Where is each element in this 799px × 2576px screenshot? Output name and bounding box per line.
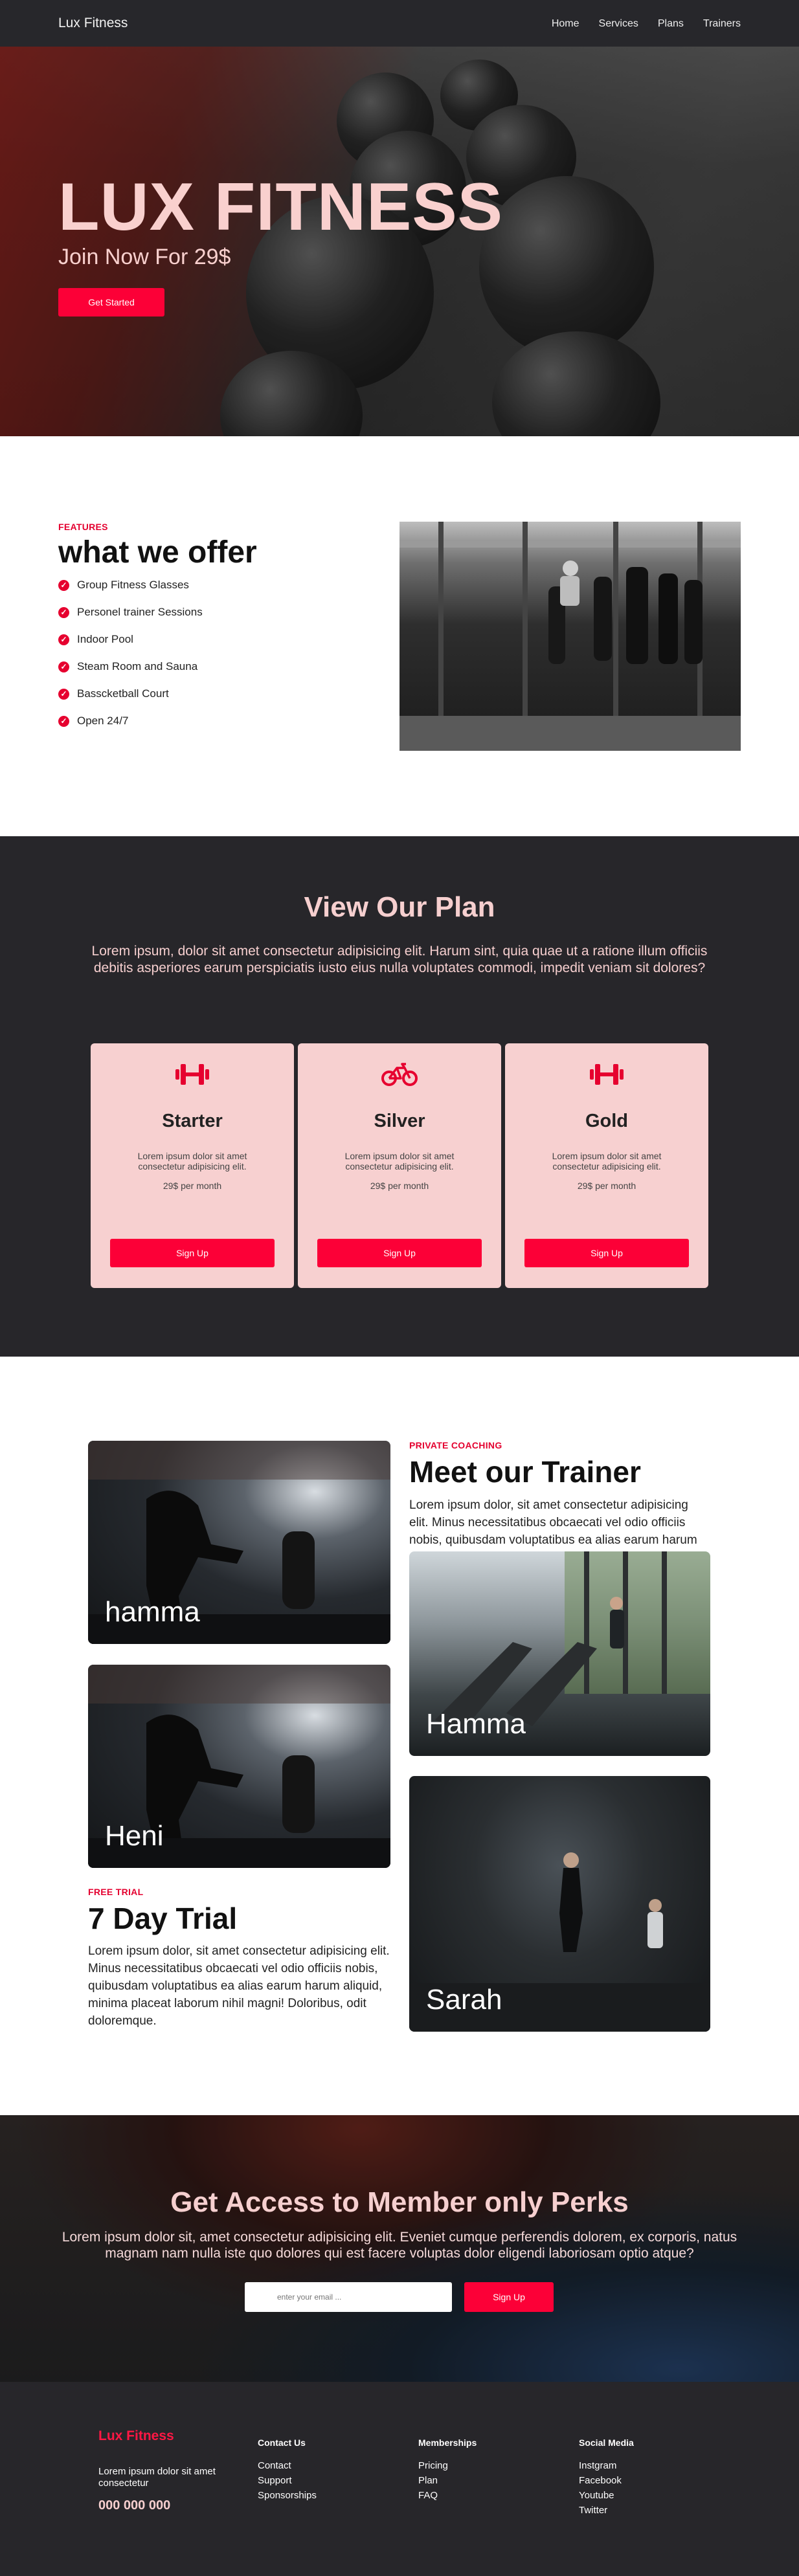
trainer-card[interactable]: Heni — [88, 1665, 390, 1868]
list-item: ✓ Indoor Pool — [58, 626, 203, 653]
list-item: ✓ Open 24/7 — [58, 707, 203, 735]
plan-price: 29$ per month — [370, 1181, 429, 1191]
plans-section: View Our Plan Lorem ipsum, dolor sit ame… — [0, 836, 799, 1357]
perks-section: Get Access to Member only Perks Lorem ip… — [0, 2115, 799, 2382]
footer-column-title: Social Media — [579, 2437, 634, 2448]
plan-description: Lorem ipsum dolor sit amet consectetur a… — [137, 1151, 247, 1171]
footer-link[interactable]: Facebook — [579, 2473, 634, 2488]
footer-column-memberships: Memberships Pricing Plan FAQ — [418, 2437, 477, 2503]
trial-title: 7 Day Trial — [88, 1902, 238, 1935]
list-item: ✓ Personel trainer Sessions — [58, 599, 203, 626]
footer-about: Lorem ipsum dolor sit amet consectetur — [98, 2466, 216, 2489]
check-circle-icon: ✓ — [58, 688, 69, 700]
nav-links: Home Services Plans Trainers — [552, 18, 741, 30]
features-eyebrow: FEATURES — [58, 522, 108, 532]
navbar: Lux Fitness Home Services Plans Trainers — [0, 0, 799, 47]
footer-link[interactable]: Pricing — [418, 2458, 477, 2473]
trainer-card[interactable]: hamma — [88, 1441, 390, 1644]
plan-card-starter: Starter Lorem ipsum dolor sit amet conse… — [91, 1043, 294, 1288]
trainer-name: Heni — [105, 1820, 164, 1852]
boxing-gym-image — [400, 522, 741, 751]
sign-up-button[interactable]: Sign Up — [317, 1239, 482, 1267]
trainers-description: Lorem ipsum dolor, sit amet consectetur … — [409, 1498, 697, 1547]
plans-description: Lorem ipsum, dolor sit amet consectetur … — [91, 944, 708, 975]
perks-title: Get Access to Member only Perks — [170, 2186, 629, 2218]
nav-link-home[interactable]: Home — [552, 18, 580, 30]
sign-up-button[interactable]: Sign Up — [464, 2282, 554, 2312]
check-circle-icon: ✓ — [58, 606, 69, 618]
trainer-card[interactable]: Hamma — [409, 1551, 710, 1756]
nav-link-trainers[interactable]: Trainers — [703, 18, 741, 30]
footer-column-title: Memberships — [418, 2437, 477, 2448]
footer-brand[interactable]: Lux Fitness — [98, 2428, 174, 2444]
brand-logo[interactable]: Lux Fitness — [58, 16, 128, 31]
get-started-button[interactable]: Get Started — [58, 288, 164, 316]
plan-price: 29$ per month — [577, 1181, 636, 1191]
trainer-name: Sarah — [426, 1984, 502, 2015]
hero-title: LUX FITNESS — [58, 170, 504, 245]
footer-column-title: Contact Us — [258, 2437, 306, 2448]
sign-up-button[interactable]: Sign Up — [524, 1239, 689, 1267]
footer-phone: 000 000 000 — [98, 2498, 171, 2513]
plans-title: View Our Plan — [304, 891, 495, 923]
footer-link[interactable]: Instgram — [579, 2458, 634, 2473]
plan-description: Lorem ipsum dolor sit amet consectetur a… — [552, 1151, 662, 1171]
trainer-name: Hamma — [426, 1708, 526, 1740]
check-circle-icon: ✓ — [58, 661, 69, 672]
list-item: ✓ Group Fitness Glasses — [58, 572, 203, 599]
trial-eyebrow: FREE TRIAL — [88, 1887, 144, 1897]
plan-name: Starter — [162, 1111, 223, 1131]
hero-section: LUX FITNESS Join Now For 29$ Get Started — [0, 47, 799, 436]
check-circle-icon: ✓ — [58, 715, 69, 727]
check-circle-icon: ✓ — [58, 579, 69, 591]
footer: Lux Fitness Lorem ipsum dolor sit amet c… — [0, 2382, 799, 2576]
dumbbell-icon — [91, 1060, 294, 1092]
list-item: ✓ Basscketball Court — [58, 680, 203, 707]
list-item: ✓ Steam Room and Sauna — [58, 653, 203, 680]
footer-link[interactable]: FAQ — [418, 2488, 477, 2503]
footer-link[interactable]: Youtube — [579, 2488, 634, 2503]
trainers-eyebrow: PRIVATE COACHING — [409, 1440, 502, 1450]
trainers-title: Meet our Trainer — [409, 1455, 641, 1489]
features-title: what we offer — [58, 535, 257, 570]
plan-card-silver: Silver Lorem ipsum dolor sit amet consec… — [298, 1043, 501, 1288]
nav-link-services[interactable]: Services — [599, 18, 638, 30]
check-circle-icon: ✓ — [58, 634, 69, 645]
trainer-card[interactable]: Sarah — [409, 1776, 710, 2032]
email-input[interactable] — [245, 2282, 452, 2312]
plan-price: 29$ per month — [163, 1181, 222, 1191]
trial-description: Lorem ipsum dolor, sit amet consectetur … — [88, 1944, 390, 2028]
plan-name: Gold — [585, 1111, 629, 1131]
plan-name: Silver — [374, 1111, 425, 1131]
gym-illustration — [400, 522, 741, 751]
footer-link[interactable]: Twitter — [579, 2503, 634, 2518]
features-list: ✓ Group Fitness Glasses ✓ Personel trainer… — [58, 572, 203, 735]
hero-subtitle: Join Now For 29$ — [58, 245, 231, 269]
footer-link[interactable]: Contact — [258, 2458, 317, 2473]
perks-description: Lorem ipsum dolor sit, amet consectetur … — [62, 2230, 737, 2261]
plan-card-gold: Gold Lorem ipsum dolor sit amet consecte… — [505, 1043, 708, 1288]
nav-link-plans[interactable]: Plans — [658, 18, 684, 30]
plan-description: Lorem ipsum dolor sit amet consectetur a… — [344, 1151, 455, 1171]
trainer-name: hamma — [105, 1596, 200, 1628]
footer-column-contact: Contact Us Contact Support Sponsorships — [258, 2437, 317, 2503]
sign-up-button[interactable]: Sign Up — [110, 1239, 275, 1267]
footer-link[interactable]: Plan — [418, 2473, 477, 2488]
dumbbell-icon — [505, 1060, 708, 1092]
footer-column-social: Social Media Instgram Facebook Youtube T… — [579, 2437, 634, 2518]
footer-link[interactable]: Support — [258, 2473, 317, 2488]
bicycle-icon — [298, 1060, 501, 1092]
footer-link[interactable]: Sponsorships — [258, 2488, 317, 2503]
